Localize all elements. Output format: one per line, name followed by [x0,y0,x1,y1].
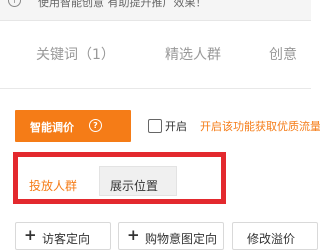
main-tabs: 关键词（1） 精选人群 创意 [0,44,311,74]
tab-keywords[interactable]: 关键词（1） [36,44,115,64]
smart-bid-button[interactable]: 智能调价 ? [15,110,131,142]
info-circle-icon: i [8,0,21,7]
question-circle-icon[interactable]: ? [89,119,102,132]
tab-selected-crowds[interactable]: 精选人群 [165,44,221,64]
modify-premium-button[interactable]: 修改溢价 [232,222,318,250]
smart-bid-hint: 开启该功能获取优质流量 [200,120,320,133]
notice-bar: i 使用智能创意 有助提升推广效果！ [0,0,311,21]
smart-bid-toggle-label[interactable]: 开启 [165,118,187,134]
highlight-box [13,152,226,204]
modify-premium-label: 修改溢价 [247,232,296,246]
add-purchase-intent-button[interactable]: + 购物意图定向 [118,222,224,250]
smart-bid-label: 智能调价 [30,121,74,134]
notice-text: 使用智能创意 有助提升推广效果！ [38,0,207,9]
add-visitor-targeting-button[interactable]: + 访客定向 [15,222,111,250]
plus-icon: + [127,226,140,244]
plus-icon: + [24,226,37,244]
add-visitor-targeting-label: 访客定向 [42,232,91,246]
tab-creative[interactable]: 创意 [269,44,297,64]
tabs-divider [0,88,311,89]
action-row: + 访客定向 + 购物意图定向 修改溢价 [0,222,318,250]
smart-bid-checkbox[interactable] [148,119,162,133]
add-purchase-intent-label: 购物意图定向 [145,232,218,246]
